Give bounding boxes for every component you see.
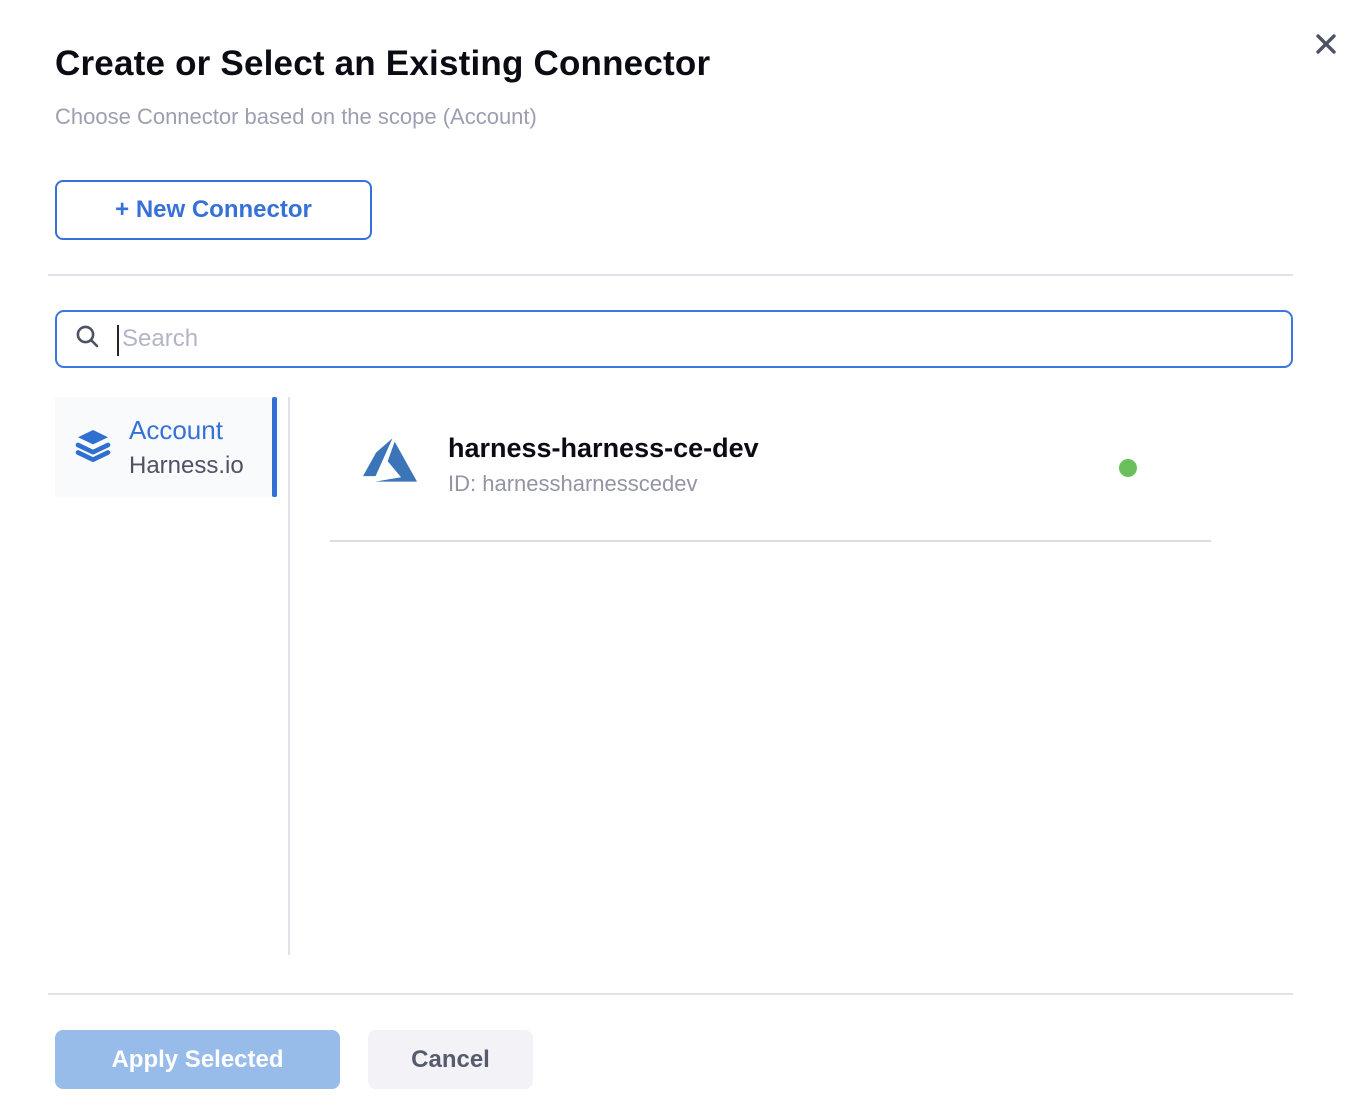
text-caret	[117, 325, 119, 356]
search-icon	[74, 323, 102, 356]
layers-icon	[75, 427, 111, 468]
status-dot	[1119, 459, 1137, 477]
new-connector-button[interactable]: + New Connector	[55, 180, 372, 240]
selected-indicator	[272, 397, 277, 497]
apply-selected-button[interactable]: Apply Selected	[55, 1030, 340, 1089]
dialog-subtitle: Choose Connector based on the scope (Acc…	[55, 104, 537, 130]
connector-name: harness-harness-ce-dev	[448, 433, 759, 464]
search-box[interactable]	[55, 310, 1293, 368]
close-icon	[1312, 46, 1340, 61]
connector-list-item[interactable]: harness-harness-ce-dev ID: harnessharnes…	[330, 420, 1211, 542]
search-input[interactable]	[122, 325, 1222, 353]
connector-id: ID: harnessharnesscedev	[448, 471, 759, 497]
connector-select-dialog: Create or Select an Existing Connector C…	[0, 0, 1354, 1116]
header-divider	[48, 274, 1293, 276]
panel-divider	[288, 397, 290, 955]
azure-icon	[363, 438, 417, 487]
scope-tab-sublabel: Harness.io	[129, 452, 244, 480]
footer-divider	[48, 993, 1293, 995]
scope-tab-account[interactable]: Account Harness.io	[55, 397, 277, 497]
cancel-button[interactable]: Cancel	[368, 1030, 533, 1089]
close-button[interactable]	[1311, 30, 1341, 60]
dialog-title: Create or Select an Existing Connector	[55, 44, 710, 84]
scope-tab-label: Account	[129, 415, 244, 446]
